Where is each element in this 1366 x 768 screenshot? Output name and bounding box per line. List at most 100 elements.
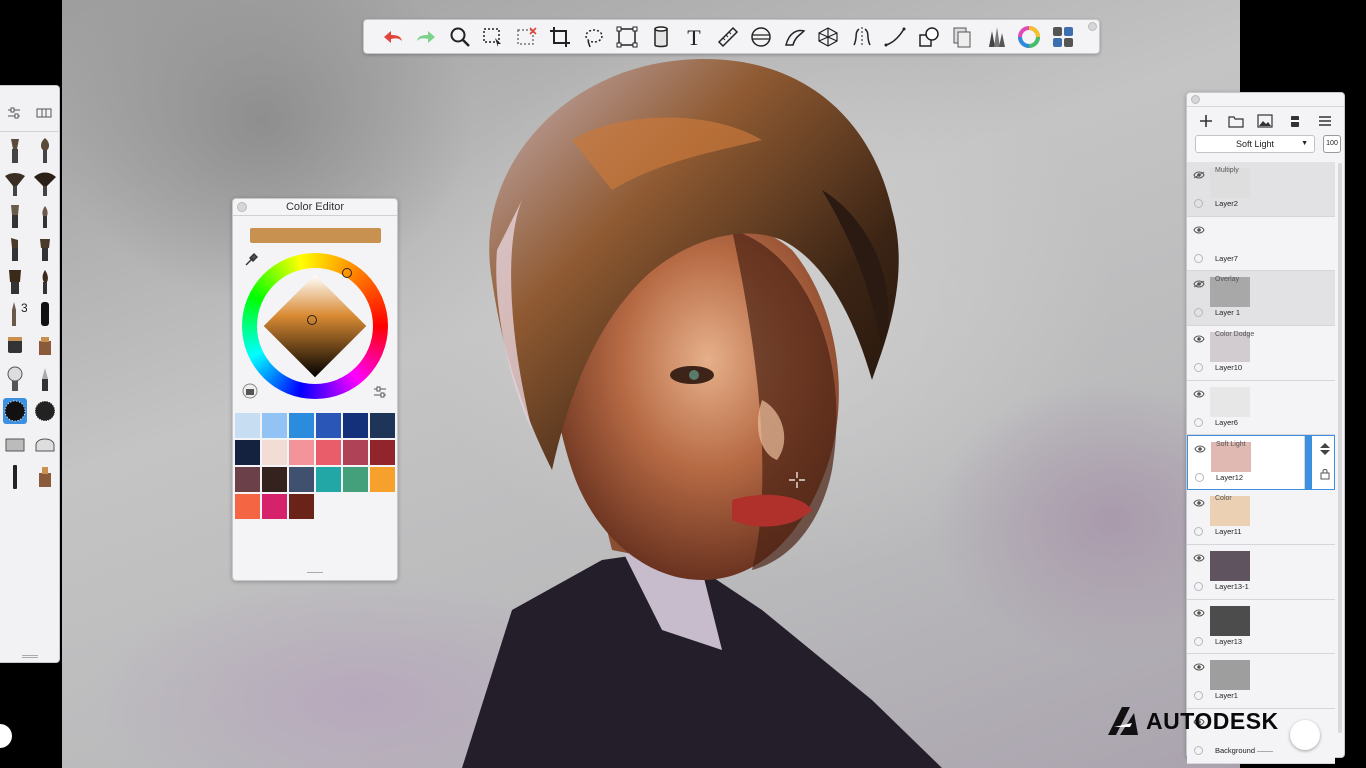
- layer-list-scrollbar[interactable]: [1338, 163, 1342, 733]
- eye-icon[interactable]: [1193, 609, 1205, 617]
- brush-smudge[interactable]: [33, 365, 57, 392]
- color-wheel-button[interactable]: [1013, 22, 1047, 52]
- palette-swatch[interactable]: [370, 467, 395, 492]
- layer-opacity-button[interactable]: 100: [1323, 135, 1341, 153]
- palette-swatch[interactable]: [316, 467, 341, 492]
- hue-marker[interactable]: [342, 268, 352, 278]
- eye-icon[interactable]: [1193, 390, 1205, 398]
- palette-swatch[interactable]: [235, 413, 260, 438]
- brush-eraser-hard[interactable]: [3, 431, 27, 457]
- palette-swatch[interactable]: [235, 467, 260, 492]
- layer-editor-close-button[interactable]: [1191, 95, 1200, 104]
- eye-icon[interactable]: [1193, 499, 1205, 507]
- toolbar-grip[interactable]: [1088, 22, 1097, 31]
- text-button[interactable]: T: [678, 22, 712, 52]
- palette-swatch[interactable]: [316, 413, 341, 438]
- layer-editor-title-bar[interactable]: [1187, 93, 1344, 107]
- layer-select-radio[interactable]: [1194, 253, 1203, 263]
- layer-select-radio[interactable]: [1194, 745, 1203, 755]
- eye-icon[interactable]: [1193, 335, 1205, 343]
- transform-button[interactable]: [611, 22, 645, 52]
- layer-row[interactable]: Color Layer11: [1187, 490, 1335, 545]
- layer-row[interactable]: Soft Light Layer12: [1187, 435, 1335, 491]
- grid-menu-button[interactable]: [1046, 22, 1080, 52]
- right-puck-button[interactable]: [1290, 720, 1320, 750]
- brush-sets-icon[interactable]: [36, 107, 52, 119]
- eye-hidden-icon[interactable]: [1193, 171, 1205, 179]
- brush-liner[interactable]: [3, 463, 27, 490]
- layer-row[interactable]: Color Dodge Layer10: [1187, 326, 1335, 381]
- fill-button[interactable]: [644, 22, 678, 52]
- layer-row[interactable]: Layer13-1: [1187, 544, 1335, 600]
- layer-reorder-handle[interactable]: [1304, 436, 1334, 490]
- symmetry-button[interactable]: [845, 22, 879, 52]
- layer-select-radio[interactable]: [1194, 417, 1203, 427]
- stroke-button[interactable]: [879, 22, 913, 52]
- layer-editor-resize-handle[interactable]: [1257, 751, 1273, 754]
- layer-row[interactable]: Overlay Layer 1: [1187, 271, 1335, 327]
- palette-swatch[interactable]: [316, 440, 341, 465]
- color-editor-close-button[interactable]: [237, 202, 247, 212]
- layer-select-radio[interactable]: [1194, 363, 1203, 373]
- layer-row[interactable]: Layer6: [1187, 380, 1335, 436]
- eye-icon[interactable]: [1194, 445, 1206, 453]
- eyedropper-icon[interactable]: [244, 251, 260, 267]
- current-color-swatch[interactable]: [250, 228, 381, 243]
- palette-swatch[interactable]: [370, 413, 395, 438]
- palette-swatch[interactable]: [343, 467, 368, 492]
- brush-round-bristle[interactable]: [33, 137, 57, 164]
- eye-icon[interactable]: [1193, 663, 1205, 671]
- palette-swatch[interactable]: [289, 413, 314, 438]
- add-group-icon[interactable]: [1228, 113, 1244, 129]
- layer-select-radio[interactable]: [1194, 636, 1203, 646]
- brush-flat-3[interactable]: [33, 235, 57, 262]
- layer-select-radio[interactable]: [1195, 473, 1204, 483]
- french-curve-button[interactable]: [778, 22, 812, 52]
- brush-texture-2[interactable]: [33, 398, 57, 424]
- layer-select-radio[interactable]: [1194, 199, 1203, 208]
- palette-swatch[interactable]: [235, 440, 260, 465]
- shape-button[interactable]: [912, 22, 946, 52]
- layer-select-radio[interactable]: [1194, 691, 1203, 701]
- brush-settings-icon[interactable]: [7, 106, 21, 120]
- brush-flat-2[interactable]: [3, 235, 27, 262]
- palette-swatch[interactable]: [235, 494, 260, 519]
- brush-filbert[interactable]: [33, 268, 57, 294]
- brush-round-1[interactable]: [33, 202, 57, 229]
- brush-airbrush[interactable]: [3, 333, 27, 359]
- palette-swatch[interactable]: [343, 413, 368, 438]
- deselect-button[interactable]: [510, 22, 544, 52]
- color-history-icon[interactable]: [242, 383, 258, 399]
- brush-fan-1[interactable]: [3, 170, 27, 196]
- color-settings-icon[interactable]: [372, 384, 388, 400]
- eye-hidden-icon[interactable]: [1193, 280, 1205, 288]
- select-button[interactable]: [477, 22, 511, 52]
- layer-select-radio[interactable]: [1194, 527, 1203, 537]
- brush-eraser-soft[interactable]: [33, 431, 57, 457]
- palette-swatch[interactable]: [262, 440, 287, 465]
- layer-row[interactable]: Layer13: [1187, 599, 1335, 655]
- brush-pencil[interactable]: 3: [3, 300, 28, 327]
- color-marker[interactable]: [307, 315, 317, 325]
- layer-row[interactable]: Layer7: [1187, 216, 1335, 272]
- zoom-button[interactable]: [443, 22, 477, 52]
- eye-icon[interactable]: [1193, 554, 1205, 562]
- add-image-icon[interactable]: [1257, 113, 1274, 129]
- color-wheel[interactable]: [242, 253, 388, 399]
- brush-wide-bristle[interactable]: [3, 268, 27, 294]
- blend-mode-dropdown[interactable]: Soft Light ▼: [1195, 135, 1315, 153]
- color-editor-resize-handle[interactable]: [307, 572, 323, 575]
- undo-button[interactable]: [376, 22, 410, 52]
- brush-texture-selected[interactable]: [3, 398, 27, 425]
- color-editor-title-bar[interactable]: Color Editor: [233, 199, 397, 216]
- ruler-button[interactable]: [711, 22, 745, 52]
- brush-flat-bristle[interactable]: [3, 137, 27, 164]
- copy-layer-button[interactable]: [946, 22, 980, 52]
- brush-fan-2[interactable]: [33, 170, 57, 196]
- palette-swatch[interactable]: [370, 440, 395, 465]
- brush-palette-resize-handle[interactable]: [22, 655, 38, 658]
- layer-menu-icon[interactable]: [1317, 113, 1333, 129]
- redo-button[interactable]: [410, 22, 444, 52]
- brush-library-button[interactable]: [979, 22, 1013, 52]
- clear-layer-icon[interactable]: [1287, 113, 1303, 129]
